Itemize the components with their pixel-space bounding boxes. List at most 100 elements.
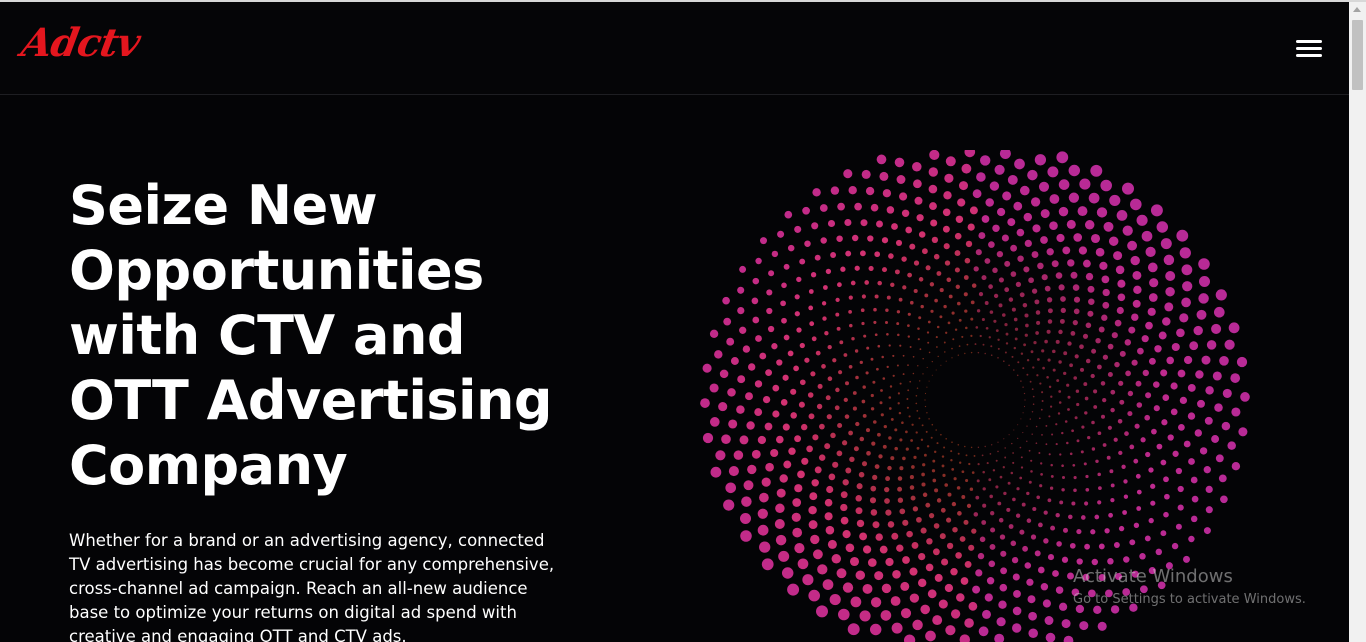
spiral-dot <box>997 357 999 359</box>
spiral-dot <box>1008 364 1010 367</box>
spiral-dot <box>967 223 975 231</box>
spiral-dot <box>862 583 873 594</box>
spiral-dot <box>954 250 961 257</box>
spiral-dot <box>1004 351 1007 354</box>
spiral-dot <box>852 406 857 411</box>
spiral-dot <box>1013 369 1015 371</box>
spiral-dot <box>1005 332 1009 336</box>
spiral-dot <box>1041 274 1048 281</box>
spiral-dot <box>1026 518 1032 523</box>
spiral-dot <box>781 567 794 579</box>
spiral-dot <box>791 512 801 522</box>
spiral-dot <box>1082 259 1091 268</box>
spiral-dot <box>751 449 761 459</box>
spiral-dot <box>994 633 1005 642</box>
vertical-scrollbar[interactable] <box>1349 2 1366 642</box>
spiral-dot <box>1145 392 1152 399</box>
spiral-dot <box>831 554 842 564</box>
spiral-dot <box>1113 542 1120 548</box>
spiral-dot <box>1076 558 1083 565</box>
spiral-dot <box>1068 164 1081 177</box>
spiral-dot <box>1190 476 1198 484</box>
spiral-dot <box>718 402 728 412</box>
spiral-dot <box>1014 327 1019 331</box>
spiral-dot <box>1122 225 1133 236</box>
spiral-dot <box>788 447 796 455</box>
scrollbar-thumb[interactable] <box>1352 20 1363 90</box>
spiral-dot <box>934 488 939 493</box>
spiral-dot <box>868 265 874 271</box>
spiral-dot <box>1090 164 1103 177</box>
spiral-dot <box>1091 420 1095 425</box>
spiral-dot <box>1205 386 1214 395</box>
spiral-dot <box>894 428 898 432</box>
spiral-dot <box>794 543 805 554</box>
spiral-dot <box>862 545 872 554</box>
spiral-dot <box>824 498 833 507</box>
spiral-dot <box>783 460 792 469</box>
spiral-dot <box>945 331 948 334</box>
hamburger-menu-icon[interactable] <box>1294 37 1324 63</box>
spiral-dot <box>1017 424 1019 426</box>
spiral-dot <box>885 509 892 516</box>
spiral-dot <box>1130 198 1142 211</box>
spiral-dot <box>774 519 785 529</box>
spiral-dot <box>963 292 968 297</box>
spiral-dot <box>752 316 760 324</box>
spiral-dot <box>977 351 980 354</box>
spiral-dot <box>1231 462 1241 471</box>
spiral-dot <box>848 310 852 314</box>
spiral-dot <box>880 389 883 392</box>
spiral-dot <box>921 424 924 427</box>
spiral-dot <box>947 492 952 497</box>
spiral-dot <box>975 326 979 329</box>
spiral-dot <box>912 355 915 358</box>
spiral-dot <box>863 334 867 338</box>
spiral-dot <box>824 512 833 521</box>
spiral-dot <box>1067 259 1075 267</box>
spiral-dot <box>951 357 953 359</box>
spiral-dot <box>910 495 916 501</box>
spiral-dot <box>838 370 843 375</box>
spiral-dot <box>939 315 943 319</box>
spiral-dot <box>964 309 968 313</box>
spiral-dot <box>1010 271 1017 277</box>
spiral-dot <box>865 371 869 375</box>
spiral-dot <box>747 464 757 475</box>
spiral-dot <box>836 235 843 242</box>
spiral-dot <box>897 476 903 481</box>
spiral-dot <box>1069 363 1073 368</box>
spiral-dot <box>950 609 961 619</box>
spiral-dot <box>1028 277 1034 284</box>
spiral-dot <box>1002 466 1005 469</box>
spiral-dot <box>1091 558 1099 566</box>
spiral-dot <box>911 465 915 469</box>
spiral-dot <box>970 351 973 354</box>
spiral-dot <box>852 391 857 395</box>
spiral-dot <box>1019 529 1025 535</box>
spiral-dot <box>864 280 870 285</box>
spiral-dot <box>1082 333 1089 339</box>
spiral-dot <box>1097 364 1102 370</box>
spiral-dot <box>861 169 871 179</box>
brand-logo[interactable]: Adctv <box>18 20 143 66</box>
spiral-dot <box>961 335 964 338</box>
spiral-dot <box>916 516 922 523</box>
spiral-dot <box>880 610 892 621</box>
spiral-dot <box>971 283 977 288</box>
spiral-dot <box>981 317 985 322</box>
scroll-up-arrow-icon[interactable] <box>1353 7 1361 12</box>
spiral-dot <box>990 511 995 516</box>
spiral-dot <box>855 570 866 580</box>
spiral-dot <box>759 492 769 503</box>
spiral-dot <box>1067 408 1070 411</box>
spiral-dot <box>808 305 814 311</box>
spiral-dot <box>979 334 982 338</box>
spiral-dot <box>940 507 946 513</box>
spiral-dot <box>881 267 888 273</box>
spiral-dot <box>1032 224 1041 233</box>
spiral-dot <box>834 405 840 411</box>
spiral-dot <box>928 418 930 420</box>
spiral-dot <box>848 186 857 195</box>
spiral-dot <box>973 266 979 272</box>
